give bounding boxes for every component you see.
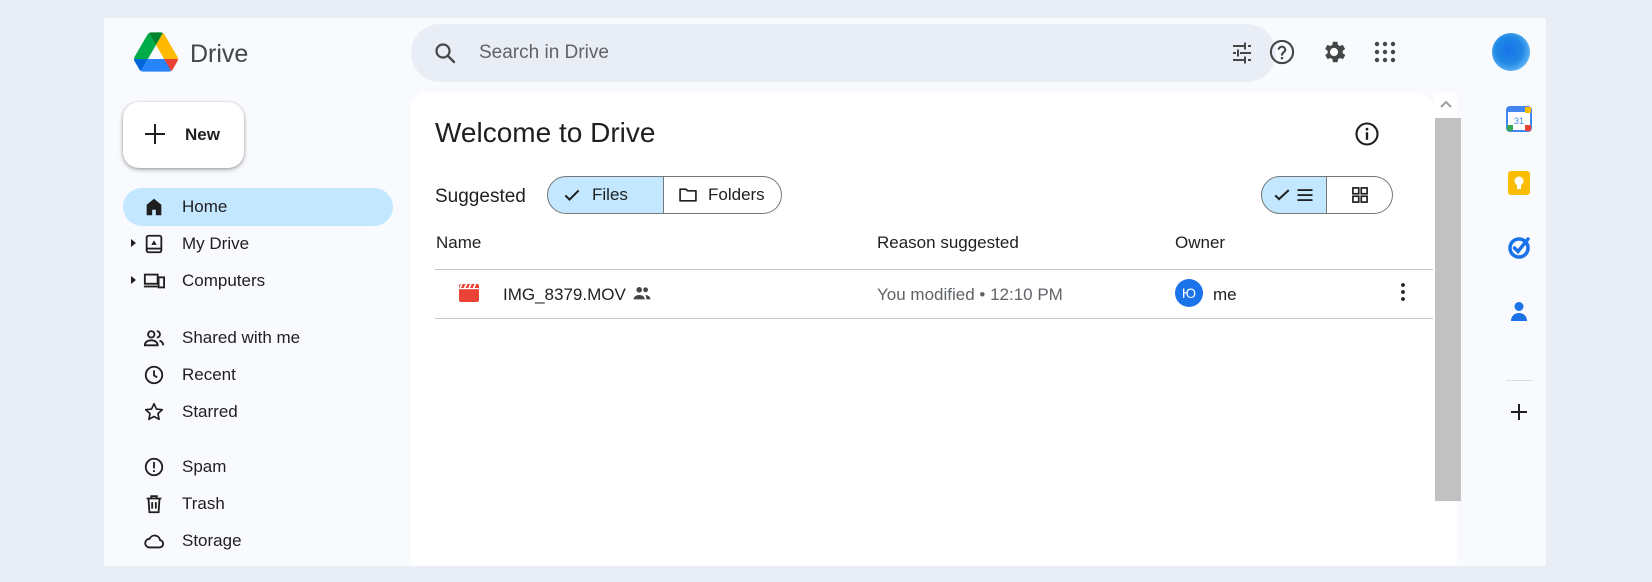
tasks-app-button[interactable] (1506, 234, 1532, 260)
help-button[interactable] (1262, 32, 1302, 72)
column-header-owner: Owner (1175, 233, 1226, 252)
sidebar-item-label: Recent (182, 365, 236, 384)
search-input[interactable] (479, 24, 1179, 82)
folders-chip[interactable]: Folders (664, 176, 782, 214)
folders-chip-label: Folders (708, 185, 765, 204)
expand-caret-icon[interactable] (131, 276, 136, 284)
my-drive-icon (145, 234, 163, 254)
tasks-icon (1508, 237, 1530, 259)
contacts-icon (1511, 302, 1527, 321)
scrollbar-thumb[interactable] (1435, 118, 1461, 501)
apps-grid-icon (1374, 41, 1396, 63)
calendar-day: 31 (1514, 116, 1524, 126)
file-row[interactable]: IMG_8379.MOV You modified • 12:10 PM Ю m… (435, 270, 1433, 318)
sidebar-item-shared-with-me[interactable]: Shared with me (123, 319, 393, 357)
info-icon (1355, 122, 1379, 146)
suggested-heading: Suggested (435, 186, 526, 207)
apps-button[interactable] (1365, 32, 1405, 72)
trash-icon (146, 495, 162, 514)
sidebar-item-spam[interactable]: Spam (123, 448, 393, 486)
grid-icon (1351, 187, 1368, 203)
get-addons-button[interactable] (1506, 399, 1532, 425)
sidebar-item-label: Storage (182, 531, 242, 550)
suggested-filter: Files Folders (547, 176, 782, 214)
more-actions-button[interactable] (1391, 280, 1415, 309)
sidebar-item-storage[interactable]: Storage (123, 522, 393, 560)
keep-app-button[interactable] (1506, 170, 1532, 196)
sidebar-item-computers[interactable]: Computers (123, 262, 393, 300)
sidebar-item-home[interactable]: Home (123, 188, 393, 226)
side-panel-divider (1506, 380, 1532, 381)
sidebar-item-label: Starred (182, 402, 238, 421)
page-title: Welcome to Drive (435, 117, 656, 148)
expand-caret-icon[interactable] (131, 239, 136, 247)
folder-icon (679, 188, 697, 202)
sidebar-item-label: My Drive (182, 234, 250, 253)
help-icon (1269, 39, 1295, 65)
search-bar[interactable] (411, 24, 1276, 82)
plus-icon (1511, 404, 1527, 420)
drive-logo[interactable]: Drive (134, 32, 248, 77)
sidebar-item-starred[interactable]: Starred (123, 393, 393, 431)
details-button[interactable] (1353, 120, 1381, 148)
calendar-app-button[interactable]: 31 (1506, 106, 1532, 132)
shared-icon (632, 285, 652, 306)
drive-app: Drive New Home My Drive Computers (104, 18, 1546, 566)
sidebar-item-label: Trash (182, 494, 225, 513)
sidebar-item-trash[interactable]: Trash (123, 485, 393, 523)
sidebar-item-my-drive[interactable]: My Drive (123, 225, 393, 263)
keep-icon (1508, 171, 1530, 195)
account-avatar[interactable] (1492, 33, 1530, 71)
sidebar-item-label: Shared with me (182, 328, 301, 347)
files-chip-label: Files (592, 185, 628, 204)
video-file-icon (459, 283, 479, 307)
plus-icon (145, 124, 165, 144)
drive-logo-icon (134, 32, 178, 77)
reason-suggested: You modified • 12:10 PM (877, 285, 1063, 304)
check-icon (1274, 189, 1290, 201)
people-icon (143, 330, 165, 347)
sidebar-item-label: Home (182, 197, 228, 216)
files-chip[interactable]: Files (547, 176, 664, 214)
file-name: IMG_8379.MOV (503, 285, 626, 304)
list-view-button[interactable] (1261, 176, 1327, 214)
sidebar-item-recent[interactable]: Recent (123, 356, 393, 394)
settings-button[interactable] (1314, 32, 1354, 72)
star-icon (144, 402, 164, 421)
row-divider (435, 318, 1433, 319)
gear-icon (1325, 41, 1346, 63)
clock-icon (144, 365, 164, 385)
cloud-icon (144, 534, 165, 549)
computers-icon (143, 273, 165, 289)
scroll-up-icon[interactable] (1439, 96, 1453, 114)
list-icon (1297, 189, 1313, 201)
search-icon[interactable] (433, 41, 457, 70)
calendar-icon: 31 (1506, 106, 1532, 132)
sidebar-item-label: Spam (182, 457, 227, 476)
home-icon (146, 198, 162, 216)
search-options-icon[interactable] (1230, 41, 1254, 70)
new-button-label: New (185, 125, 220, 144)
spam-icon (144, 457, 164, 477)
check-icon (564, 189, 580, 201)
column-header-name[interactable]: Name (436, 233, 481, 253)
more-vert-icon (1401, 283, 1405, 301)
new-button[interactable]: New (123, 102, 244, 168)
owner-avatar: Ю (1175, 279, 1203, 307)
contacts-app-button[interactable] (1506, 298, 1532, 324)
grid-view-button[interactable] (1327, 176, 1393, 214)
main-content: Welcome to Drive Suggested Files Folders (411, 92, 1433, 566)
view-toggle (1261, 176, 1393, 214)
owner-name: me (1213, 285, 1237, 304)
app-title: Drive (190, 40, 249, 68)
column-header-reason: Reason suggested (877, 233, 1019, 252)
sidebar-item-label: Computers (182, 271, 266, 290)
